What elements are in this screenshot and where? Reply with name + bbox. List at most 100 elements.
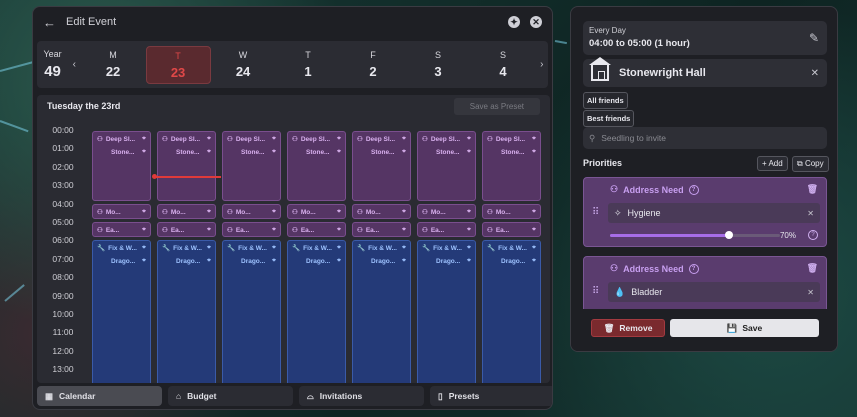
users-icon: ⚇ [162, 227, 168, 234]
need-select[interactable]: ✧ Hygiene ✕ [608, 203, 820, 223]
calendar-event[interactable]: ⚇ Mo... ⌖ [222, 204, 281, 219]
location-pin-icon: ⌖ [402, 226, 406, 233]
calendar-event[interactable]: ⚇ Deep Sl... ⌖ Stone... ⌖ [92, 131, 151, 201]
calendar-event[interactable]: ⚇ Ea... ⌖ [482, 222, 541, 237]
event-location: Drago... [111, 257, 136, 265]
calendar-event[interactable]: ⚇ Deep Sl... ⌖ Stone... ⌖ [482, 131, 541, 201]
settings-icon[interactable]: ✦ [508, 16, 520, 28]
priority-slider[interactable] [610, 231, 780, 239]
close-icon[interactable]: ✕ [807, 209, 814, 218]
hygiene-icon: ✧ [614, 207, 622, 218]
calendar-event[interactable]: ⚇ Mo... ⌖ [417, 204, 476, 219]
tab-budget[interactable]: ⌂ Budget [168, 386, 293, 406]
day-cell[interactable]: T1 [276, 46, 341, 84]
time-label: 10:00 [52, 308, 74, 319]
users-icon: ⚇ [292, 136, 298, 143]
chip-all-friends[interactable]: All friends [583, 92, 628, 109]
calendar-event[interactable]: 🔧 Fix & W... ⌖ Drago... ⌖ [417, 240, 476, 383]
location-card[interactable]: Stonewright Hall ✕ [583, 57, 827, 87]
trash-icon[interactable]: 🗑 [807, 184, 818, 195]
location-pin-icon: ⌖ [272, 208, 276, 215]
calendar-event[interactable]: ⚇ Mo... ⌖ [92, 204, 151, 219]
slider-knob[interactable] [725, 231, 733, 239]
location-pin-icon: ⌖ [467, 244, 471, 251]
close-icon[interactable]: ✕ [807, 288, 814, 297]
tab-presets[interactable]: ▯ Presets [430, 386, 552, 406]
need-select[interactable]: 💧 Bladder ✕ [608, 282, 820, 302]
tab-invitations[interactable]: ⌓ Invitations [299, 386, 424, 406]
day-cell[interactable]: F2 [341, 46, 406, 84]
calendar-event[interactable]: ⚇ Ea... ⌖ [352, 222, 411, 237]
chevron-right-icon[interactable]: › [536, 59, 548, 70]
trash-icon[interactable]: 🗑 [807, 263, 818, 274]
calendar-event[interactable]: ⚇ Deep Sl... ⌖ Stone... ⌖ [222, 131, 281, 201]
chevron-left-icon[interactable]: ‹ [68, 59, 80, 70]
bookmark-icon: ▯ [438, 390, 443, 401]
tab-label: Invitations [319, 391, 363, 401]
save-preset-button[interactable]: Save as Preset [453, 97, 540, 115]
day-column: ⚇ Deep Sl... ⌖ Stone... ⌖ ⚇ Mo... ⌖ ⚇ Ea... ⌖ 🔧 Fix … [417, 131, 476, 383]
location-pin-icon: ⌖ [337, 148, 341, 155]
chip-best-friends[interactable]: Best friends [583, 110, 635, 127]
day-cell[interactable]: T 23 [145, 45, 211, 84]
users-icon: ⚇ [162, 136, 168, 143]
calendar-event[interactable]: ⚇ Mo... ⌖ [157, 204, 216, 219]
wrench-icon: 🔧 [227, 245, 236, 252]
event-title: Ea... [235, 226, 250, 234]
calendar-event[interactable]: 🔧 Fix & W... ⌖ Drago... ⌖ [352, 240, 411, 383]
day-cell[interactable]: M 22 [81, 46, 146, 84]
calendar-event[interactable]: 🔧 Fix & W... ⌖ Drago... ⌖ [222, 240, 281, 383]
calendar-event[interactable]: ⚇ Ea... ⌖ [417, 222, 476, 237]
calendar-event[interactable]: 🔧 Fix & W... ⌖ Drago... ⌖ [157, 240, 216, 383]
wrench-icon: 🔧 [292, 245, 301, 252]
day-cell[interactable]: S3 [406, 46, 471, 84]
help-icon[interactable]: ? [808, 230, 818, 240]
calendar-event[interactable]: ⚇ Deep Sl... ⌖ Stone... ⌖ [352, 131, 411, 201]
day-cell[interactable]: S4 [471, 46, 536, 84]
invite-search-input[interactable]: ⚲ Seedling to invite [583, 127, 827, 149]
event-location: Drago... [306, 257, 331, 265]
close-icon[interactable]: ✕ [811, 68, 819, 79]
help-icon[interactable]: ? [688, 184, 699, 195]
calendar-event[interactable]: ⚇ Deep Sl... ⌖ Stone... ⌖ [417, 131, 476, 201]
help-icon[interactable]: ? [688, 263, 699, 274]
time-column: 00:00 01:00 02:00 03:00 04:00 05:00 06:00 07:00… [43, 125, 83, 383]
calendar-event[interactable]: ⚇ Mo... ⌖ [352, 204, 411, 219]
calendar-event[interactable]: ⚇ Mo... ⌖ [287, 204, 346, 219]
day-cell[interactable]: W 24 [211, 46, 276, 84]
calendar-event[interactable]: ⚇ Ea... ⌖ [287, 222, 346, 237]
bottom-tabs: ▦ Calendar ⌂ Budget ⌓ Invitations ▯ Presets [37, 386, 552, 406]
save-button[interactable]: 💾 Save [670, 319, 819, 337]
location-pin-icon: ⌖ [467, 148, 471, 155]
calendar-event[interactable]: 🔧 Fix & W... ⌖ Drago... ⌖ [482, 240, 541, 383]
wrench-icon: 🔧 [487, 245, 496, 252]
drag-handle-icon[interactable]: ⠿ [592, 286, 599, 297]
arrow-left-icon[interactable]: ← [43, 15, 56, 30]
calendar-event[interactable]: ⚇ Ea... ⌖ [92, 222, 151, 237]
calendar-event[interactable]: 🔧 Fix & W... ⌖ Drago... ⌖ [287, 240, 346, 383]
event-location: Drago... [371, 257, 396, 265]
users-icon: ⚇ [227, 209, 233, 216]
users-icon: ⚇ [97, 136, 103, 143]
remove-button[interactable]: 🗑 Remove [591, 319, 665, 337]
event-title: Fix & W... [303, 244, 332, 252]
close-icon[interactable]: ✕ [530, 16, 542, 28]
calendar-event[interactable]: ⚇ Ea... ⌖ [222, 222, 281, 237]
location-pin-icon: ⌖ [337, 244, 341, 251]
calendar-event[interactable]: ⚇ Deep Sl... ⌖ Stone... ⌖ [157, 131, 216, 201]
tab-calendar[interactable]: ▦ Calendar [37, 386, 162, 406]
calendar-event[interactable]: ⚇ Ea... ⌖ [157, 222, 216, 237]
location-pin-icon: ⌖ [207, 226, 211, 233]
copy-priority-button[interactable]: ⧉ Copy [792, 156, 829, 172]
calendar-event[interactable]: ⚇ Mo... ⌖ [482, 204, 541, 219]
pencil-icon[interactable]: ✎ [809, 31, 819, 45]
drag-handle-icon[interactable]: ⠿ [592, 207, 599, 218]
day-column: ⚇ Deep Sl... ⌖ Stone... ⌖ ⚇ Mo... ⌖ ⚇ Ea... ⌖ 🔧 Fix … [222, 131, 281, 383]
calendar-event[interactable]: ⚇ Deep Sl... ⌖ Stone... ⌖ [287, 131, 346, 201]
recurrence-card[interactable]: Every Day 04:00 to 05:00 (1 hour) ✎ [583, 21, 827, 55]
add-priority-button[interactable]: + Add [757, 156, 788, 171]
calendar-event[interactable]: 🔧 Fix & W... ⌖ Drago... ⌖ [92, 240, 151, 383]
need-value: Hygiene [627, 208, 661, 218]
event-title: Ea... [105, 226, 120, 234]
location-pin-icon: ⌖ [337, 135, 341, 142]
